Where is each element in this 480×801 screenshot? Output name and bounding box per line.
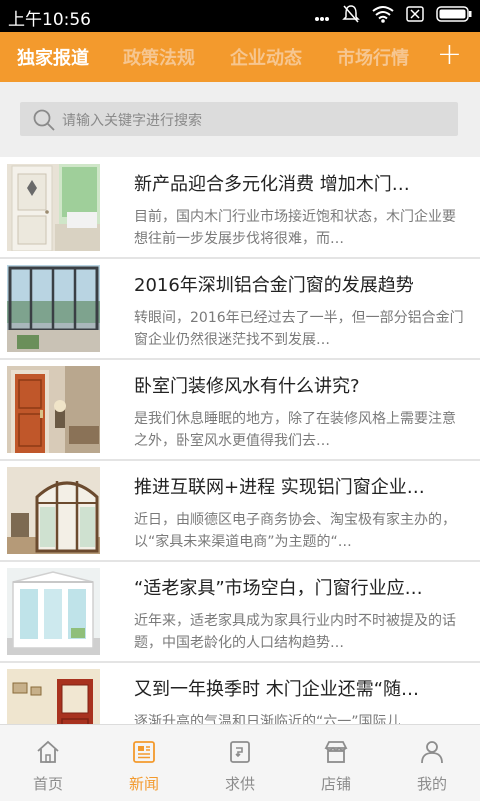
nav-profile[interactable]: 我的 xyxy=(384,725,480,801)
article-summary: 近日，由顺德区电子商务协会、淘宝极有家主办的，以“家具未来渠道电商”为主题的“… xyxy=(134,512,456,550)
article-title: 又到一年换季时 木门企业还需“随… xyxy=(134,679,420,700)
search-input[interactable]: 请输入关键字进行搜索 xyxy=(20,102,458,136)
article-thumbnail xyxy=(7,366,100,453)
article-summary: 是我们休息睡眠的地方，除了在装修风格上需要注意之外，卧室风水更值得我们去… xyxy=(134,411,456,449)
tab-exclusive-report[interactable]: 独家报道 xyxy=(17,44,89,70)
article-thumbnail xyxy=(7,467,100,554)
article-summary: 近年来，适老家具成为家具行业内时不时被提及的话题，中国老龄化的人口结构趋势… xyxy=(134,613,456,651)
article-thumbnail xyxy=(7,669,100,724)
article-summary: 逐渐升高的气温和日渐临近的“六一”国际儿… xyxy=(134,714,415,724)
nav-home[interactable]: 首页 xyxy=(0,725,96,801)
status-bar: 上午10:56 xyxy=(0,0,480,32)
nav-supply-label: 求供 xyxy=(224,775,255,793)
mute-bell-icon xyxy=(342,4,360,28)
wifi-icon xyxy=(372,5,394,27)
nav-store[interactable]: 店铺 xyxy=(288,725,384,801)
search-placeholder: 请输入关键字进行搜索 xyxy=(62,113,202,129)
search-area: 请输入关键字进行搜索 xyxy=(0,82,480,157)
nav-profile-label: 我的 xyxy=(416,775,447,793)
bottom-navigation: 首页 新闻 求供 店铺 我的 xyxy=(0,724,480,801)
article-title: 2016年深圳铝合金门窗的发展趋势 xyxy=(134,275,414,296)
list-item[interactable]: 新产品迎合多元化消费 增加木门… 目前，国内木门行业市场接近饱和状态，木门企业要… xyxy=(0,158,480,259)
category-tab-bar: 独家报道 政策法规 企业动态 市场行情 + xyxy=(0,32,480,82)
list-item[interactable]: 推进互联网+进程 实现铝门窗企业… 近日，由顺德区电子商务协会、淘宝极有家主办的… xyxy=(0,461,480,562)
list-item[interactable]: “适老家具”市场空白，门窗行业应… 近年来，适老家具成为家具行业内时不时被提及的… xyxy=(0,562,480,663)
list-item[interactable]: 卧室门装修风水有什么讲究? 是我们休息睡眠的地方，除了在装修风格上需要注意之外，… xyxy=(0,360,480,461)
article-thumbnail xyxy=(7,164,100,251)
tab-policy-regulations[interactable]: 政策法规 xyxy=(123,44,195,70)
article-title: 新产品迎合多元化消费 增加木门… xyxy=(134,174,410,195)
article-title: 推进互联网+进程 实现铝门窗企业… xyxy=(134,477,425,498)
nav-home-label: 首页 xyxy=(32,775,63,793)
tab-market-trends[interactable]: 市场行情 xyxy=(337,44,409,70)
nav-news[interactable]: 新闻 xyxy=(96,725,192,801)
nav-news-label: 新闻 xyxy=(128,775,159,793)
article-summary: 转眼间，2016年已经过去了一半，但一部分铝合金门窗企业仍然很迷茫找不到发展… xyxy=(134,310,464,348)
sim-card-icon xyxy=(406,6,424,26)
more-dots-icon xyxy=(314,7,330,26)
tab-company-news[interactable]: 企业动态 xyxy=(230,44,302,70)
article-thumbnail xyxy=(7,265,100,352)
article-summary: 目前，国内木门行业市场接近饱和状态，木门企业要想往前一步发展步伐将很难，而… xyxy=(134,209,456,247)
article-title: 卧室门装修风水有什么讲究? xyxy=(134,376,360,397)
search-icon xyxy=(32,108,56,136)
battery-icon xyxy=(436,6,472,26)
add-tab-button[interactable]: + xyxy=(437,39,462,71)
nav-store-label: 店铺 xyxy=(320,775,351,793)
article-thumbnail xyxy=(7,568,100,655)
article-title: “适老家具”市场空白，门窗行业应… xyxy=(134,578,423,599)
nav-supply[interactable]: 求供 xyxy=(192,725,288,801)
status-time: 上午10:56 xyxy=(8,10,91,30)
list-item[interactable]: 又到一年换季时 木门企业还需“随… 逐渐升高的气温和日渐临近的“六一”国际儿… xyxy=(0,663,480,724)
article-list: 新产品迎合多元化消费 增加木门… 目前，国内木门行业市场接近饱和状态，木门企业要… xyxy=(0,158,480,724)
list-item[interactable]: 2016年深圳铝合金门窗的发展趋势 转眼间，2016年已经过去了一半，但一部分铝… xyxy=(0,259,480,360)
